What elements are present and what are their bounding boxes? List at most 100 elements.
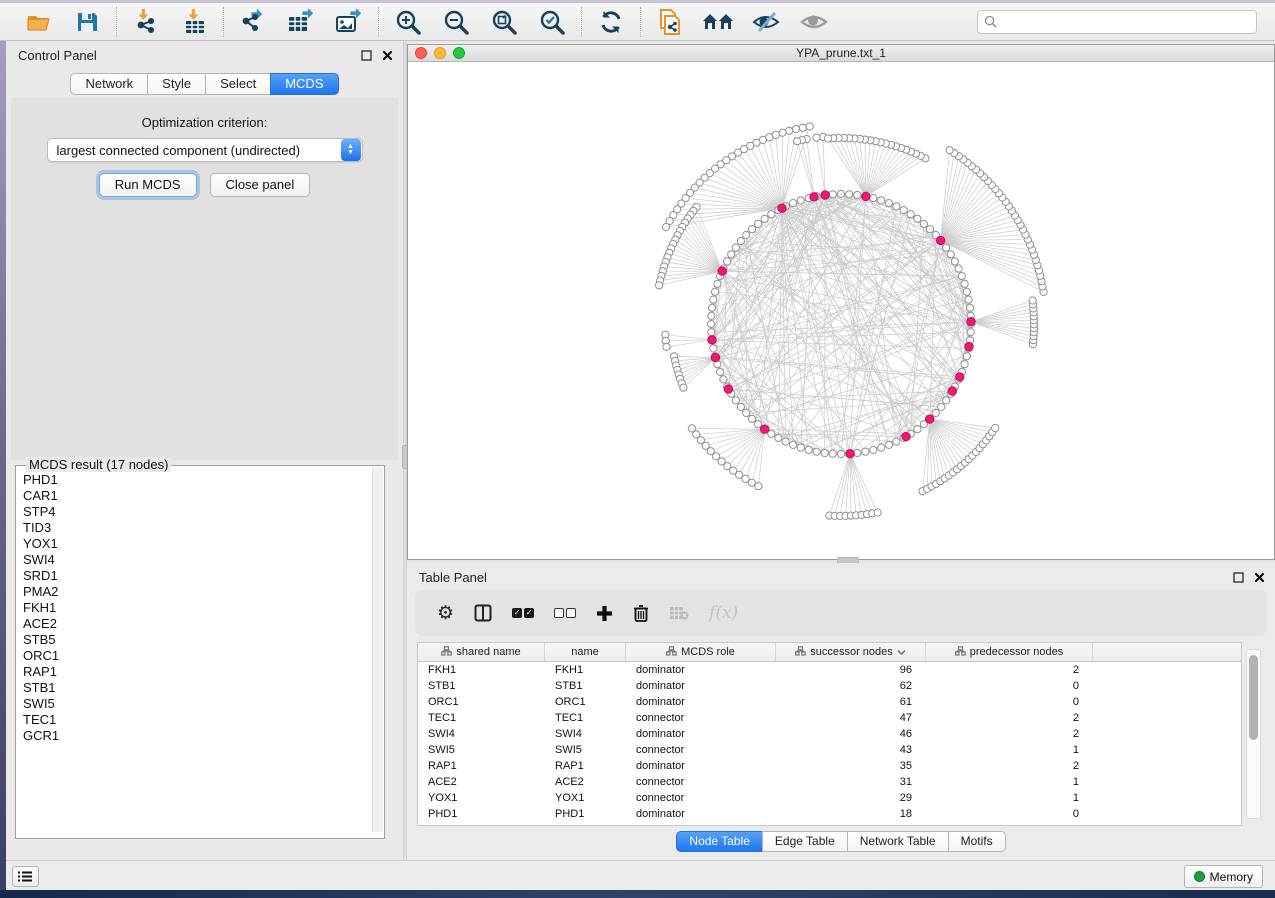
column-header-name[interactable]: name: [545, 643, 626, 661]
result-node-item[interactable]: STB5: [17, 632, 373, 648]
tab-mcds[interactable]: MCDS: [270, 73, 338, 95]
cell-shared_name: PHD1: [418, 806, 545, 822]
table-row[interactable]: YOX1YOX1connector291: [418, 790, 1241, 806]
open-file-button[interactable]: [24, 8, 54, 36]
export-table-button[interactable]: [286, 8, 316, 36]
checked-boxes-icon: ✓✓: [512, 608, 534, 618]
table-row[interactable]: TEC1TEC1connector472: [418, 710, 1241, 726]
table-row[interactable]: FKH1FKH1dominator962: [418, 662, 1241, 678]
tab-network-table[interactable]: Network Table: [847, 831, 948, 852]
add-column-button[interactable]: [596, 605, 613, 622]
cell-mcds_role: dominator: [626, 678, 776, 694]
close-panel-button[interactable]: Close panel: [210, 173, 311, 197]
zoom-out-button[interactable]: [441, 8, 471, 36]
houses-button[interactable]: [703, 8, 733, 36]
table-row[interactable]: STB1STB1dominator620: [418, 678, 1241, 694]
delete-column-button[interactable]: [633, 604, 649, 622]
cell-shared_name: ACE2: [418, 774, 545, 790]
wallpaper-bottom-edge: [0, 890, 1275, 898]
table-row[interactable]: SWI4SWI4dominator462: [418, 726, 1241, 742]
table-row[interactable]: ORC1ORC1dominator610: [418, 694, 1241, 710]
table-scrollbar-thumb[interactable]: [1249, 655, 1258, 740]
result-node-item[interactable]: TID3: [17, 520, 373, 536]
tab-select[interactable]: Select: [205, 73, 270, 95]
result-node-item[interactable]: GCR1: [17, 728, 373, 744]
column-header-predecessor-nodes[interactable]: predecessor nodes: [926, 643, 1093, 661]
column-header-shared-name[interactable]: shared name: [418, 643, 545, 661]
cell-mcds_role: dominator: [626, 694, 776, 710]
table-row[interactable]: PHD1PHD1dominator180: [418, 806, 1241, 822]
zoom-selected-button[interactable]: [537, 8, 567, 36]
tab-network[interactable]: Network: [70, 73, 147, 95]
network-window-titlebar[interactable]: YPA_prune.txt_1: [408, 45, 1274, 62]
zoom-in-button[interactable]: [393, 8, 423, 36]
cell-name: YOX1: [545, 790, 626, 806]
table-scrollbar[interactable]: [1246, 649, 1261, 819]
table-settings-button[interactable]: ⚙: [437, 604, 454, 623]
search-input[interactable]: [1002, 15, 1250, 29]
table-panel: Table Panel ⚙ ✓✓ f(x) shared namenameMCD…: [407, 563, 1275, 860]
optimization-criterion-select[interactable]: largest connected component (undirected)…: [47, 138, 363, 162]
duplicate-network-button[interactable]: [655, 8, 685, 36]
result-node-item[interactable]: SRD1: [17, 568, 373, 584]
result-node-item[interactable]: TEC1: [17, 712, 373, 728]
import-network-button[interactable]: [131, 8, 161, 36]
function-icon: f(x): [709, 603, 738, 623]
hide-graphics-button[interactable]: [751, 8, 781, 36]
result-node-item[interactable]: ORC1: [17, 648, 373, 664]
result-list-scrollbar[interactable]: [372, 467, 383, 832]
export-network-button[interactable]: [238, 8, 268, 36]
result-node-item[interactable]: CAR1: [17, 488, 373, 504]
save-button[interactable]: [72, 8, 102, 36]
float-panel-icon[interactable]: [1233, 572, 1244, 583]
tab-style[interactable]: Style: [147, 73, 205, 95]
result-node-item[interactable]: YOX1: [17, 536, 373, 552]
select-all-button[interactable]: ✓✓: [512, 608, 534, 618]
column-header-MCDS-role[interactable]: MCDS role: [626, 643, 776, 661]
cell-predecessor_nodes: 2: [926, 710, 1093, 726]
export-image-button[interactable]: [334, 8, 364, 36]
cell-predecessor_nodes: 2: [926, 662, 1093, 678]
status-bar: Memory: [6, 860, 1275, 890]
table-row[interactable]: SWI5SWI5connector431: [418, 742, 1241, 758]
result-node-item[interactable]: FKH1: [17, 600, 373, 616]
deselect-all-button[interactable]: [554, 608, 576, 618]
tab-edge-table[interactable]: Edge Table: [762, 831, 847, 852]
table-row[interactable]: RAP1RAP1dominator352: [418, 758, 1241, 774]
result-node-item[interactable]: RAP1: [17, 664, 373, 680]
function-builder-button[interactable]: f(x): [709, 603, 738, 623]
result-node-item[interactable]: PMA2: [17, 584, 373, 600]
cell-shared_name: RAP1: [418, 758, 545, 774]
close-panel-icon[interactable]: [1254, 572, 1265, 583]
cell-name: TEC1: [545, 710, 626, 726]
result-node-item[interactable]: ACE2: [17, 616, 373, 632]
zoom-fit-button[interactable]: [489, 8, 519, 36]
result-node-item[interactable]: STP4: [17, 504, 373, 520]
tab-motifs[interactable]: Motifs: [948, 831, 1006, 852]
result-node-item[interactable]: SWI4: [17, 552, 373, 568]
result-node-item[interactable]: STB1: [17, 680, 373, 696]
main-toolbar: [0, 3, 1275, 41]
cell-successor_nodes: 35: [776, 758, 926, 774]
import-table-button[interactable]: [179, 8, 209, 36]
float-panel-icon[interactable]: [361, 50, 372, 61]
show-panels-button[interactable]: [12, 866, 39, 887]
network-canvas[interactable]: [408, 62, 1274, 559]
close-panel-icon[interactable]: [382, 50, 393, 61]
delete-table-button[interactable]: [669, 606, 689, 620]
refresh-button[interactable]: [596, 8, 626, 36]
result-node-item[interactable]: SWI5: [17, 696, 373, 712]
table-toolbar: ⚙ ✓✓ f(x): [415, 590, 1267, 636]
tab-node-table[interactable]: Node Table: [676, 831, 762, 852]
run-mcds-button[interactable]: Run MCDS: [99, 173, 197, 197]
table-row[interactable]: ACE2ACE2connector311: [418, 774, 1241, 790]
control-panel-title: Control Panel: [18, 48, 97, 63]
cell-successor_nodes: 47: [776, 710, 926, 726]
column-header-successor-nodes[interactable]: successor nodes: [776, 643, 926, 661]
hierarchy-icon: [955, 646, 966, 659]
column-visibility-button[interactable]: [474, 604, 492, 622]
show-graphics-button[interactable]: [799, 8, 829, 36]
result-node-item[interactable]: PHD1: [17, 472, 373, 488]
search-field[interactable]: [977, 10, 1257, 34]
memory-button[interactable]: Memory: [1184, 865, 1263, 888]
